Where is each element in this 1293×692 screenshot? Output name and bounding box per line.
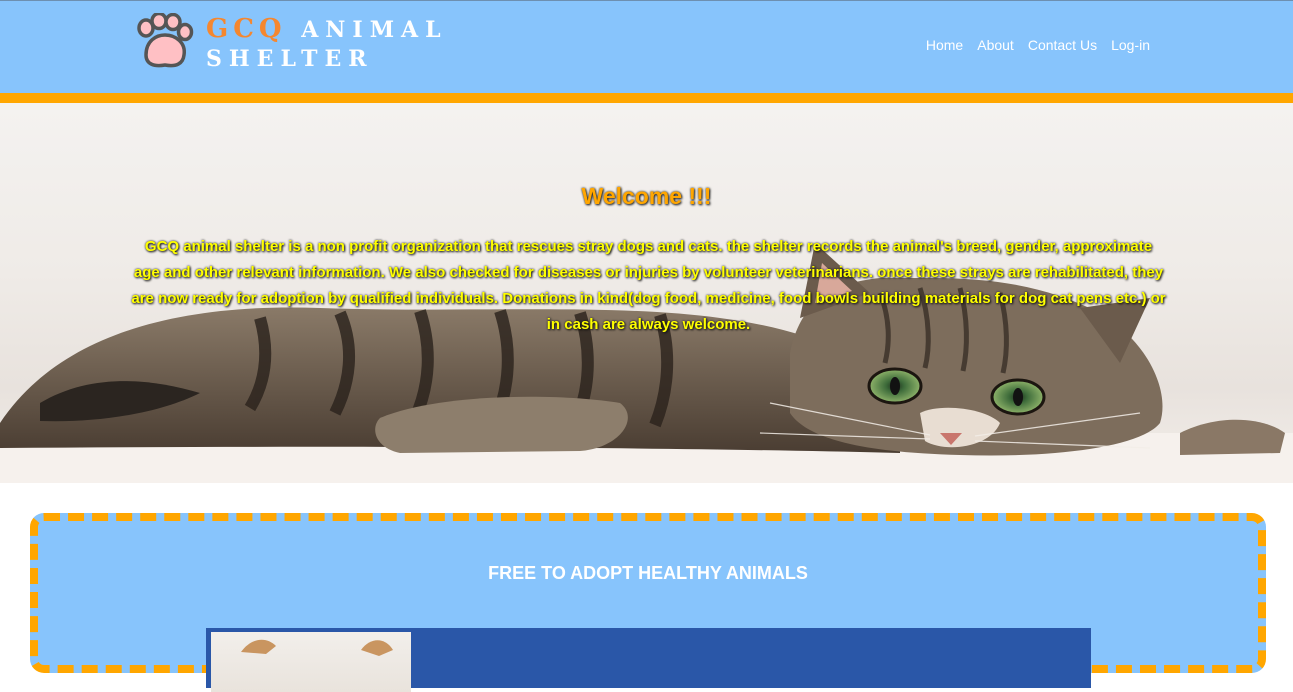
brand-line1: ANIMAL <box>301 17 448 43</box>
brand-line2: SHELTER <box>206 46 374 72</box>
site-header: GCQ ANIMAL SHELTER Home About Contact Us… <box>0 0 1293 93</box>
nav-contact-link[interactable]: Contact Us <box>1021 37 1104 54</box>
animal-photo-image <box>241 639 393 656</box>
nav-about-link[interactable]: About <box>970 37 1021 54</box>
adopt-title: FREE TO ADOPT HEALTHY ANIMALS <box>488 563 808 583</box>
welcome-heading: Welcome !!! <box>581 183 712 209</box>
nav-home-link[interactable]: Home <box>919 37 970 54</box>
brand-accent: GCQ <box>206 14 287 44</box>
adopt-section: FREE TO ADOPT HEALTHY ANIMALS <box>30 513 1266 692</box>
paw-icon[interactable] <box>134 13 194 71</box>
animal-card[interactable] <box>206 628 1091 692</box>
brand-name: GCQ ANIMAL SHELTER <box>206 15 466 74</box>
nav-login-link[interactable]: Log-in <box>1104 37 1157 54</box>
intro-text: GCQ animal shelter is a non profit organ… <box>131 238 1166 333</box>
main-nav: Home About Contact Us Log-in <box>919 37 1157 54</box>
animal-photo <box>211 632 411 692</box>
hero-banner: Welcome !!! GCQ animal shelter is a non … <box>0 103 1293 483</box>
header-accent-bar <box>0 93 1293 103</box>
